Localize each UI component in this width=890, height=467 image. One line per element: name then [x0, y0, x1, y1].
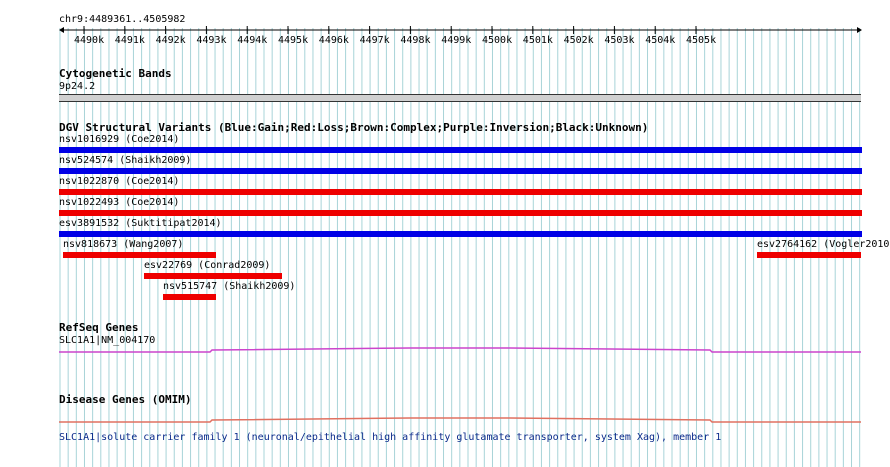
variant-bar-gain[interactable]	[59, 168, 862, 174]
variant-label: nsv1016929 (Coe2014)	[59, 134, 180, 145]
variant-label: esv3891532 (Suktitipat2014)	[59, 218, 222, 229]
variant-label: nsv524574 (Shaikh2009)	[59, 155, 192, 166]
ruler-tick-label: 4491k	[114, 35, 145, 46]
variant-bar-loss[interactable]	[59, 189, 862, 195]
ruler-left-arrow-icon	[59, 27, 64, 33]
ruler-right-arrow-icon	[857, 27, 862, 33]
ruler-tick-label: 4498k	[400, 35, 431, 46]
ruler-tick-label: 4502k	[563, 35, 594, 46]
ruler-tick-label: 4495k	[278, 35, 309, 46]
variant-label: nsv818673 (Wang2007)	[63, 239, 184, 250]
ruler-tick-label: 4490k	[74, 35, 105, 46]
variant-bar-loss[interactable]	[59, 210, 862, 216]
ruler-tick-label: 4497k	[359, 35, 390, 46]
omim-entry-label[interactable]: SLC1A1|solute carrier family 1 (neuronal…	[59, 432, 721, 444]
ruler-tick-label: 4499k	[441, 35, 472, 46]
ruler-tick-label: 4503k	[604, 35, 635, 46]
omim-track-title: Disease Genes (OMIM)	[59, 393, 192, 406]
ruler-tick-label: 4496k	[318, 35, 349, 46]
omim-gene-glyph[interactable]	[0, 410, 890, 430]
dgv-track-title: DGV Structural Variants (Blue:Gain;Red:L…	[59, 121, 649, 134]
refseq-track-title: RefSeq Genes	[59, 321, 139, 334]
variant-bar-loss[interactable]	[144, 273, 282, 279]
variant-bar-gain[interactable]	[59, 231, 862, 237]
variant-label: nsv1022870 (Coe2014)	[59, 176, 180, 187]
variant-bar-loss[interactable]	[163, 294, 216, 300]
variant-label: nsv515747 (Shaikh2009)	[163, 281, 296, 292]
variant-bar-loss[interactable]	[757, 252, 861, 258]
variant-label: esv22769 (Conrad2009)	[144, 260, 271, 271]
ruler-tick-label: 4493k	[196, 35, 227, 46]
ruler-tick-label: 4505k	[686, 35, 717, 46]
ruler-tick-label: 4504k	[645, 35, 676, 46]
cytoband-label: 9p24.2	[59, 81, 96, 92]
variant-label: esv2764162 (Vogler2010	[757, 239, 890, 250]
cytoband-track-title: Cytogenetic Bands	[59, 67, 172, 80]
ruler-tick-label: 4501k	[522, 35, 553, 46]
ruler-tick-label: 4500k	[482, 35, 513, 46]
ruler-tick-label: 4494k	[237, 35, 268, 46]
variant-bar-loss[interactable]	[63, 252, 216, 258]
refseq-gene-glyph[interactable]	[0, 340, 890, 360]
ruler-tick-label: 4492k	[155, 35, 186, 46]
variant-bar-gain[interactable]	[59, 147, 862, 153]
cytoband-bar[interactable]	[59, 94, 861, 102]
variant-label: nsv1022493 (Coe2014)	[59, 197, 180, 208]
